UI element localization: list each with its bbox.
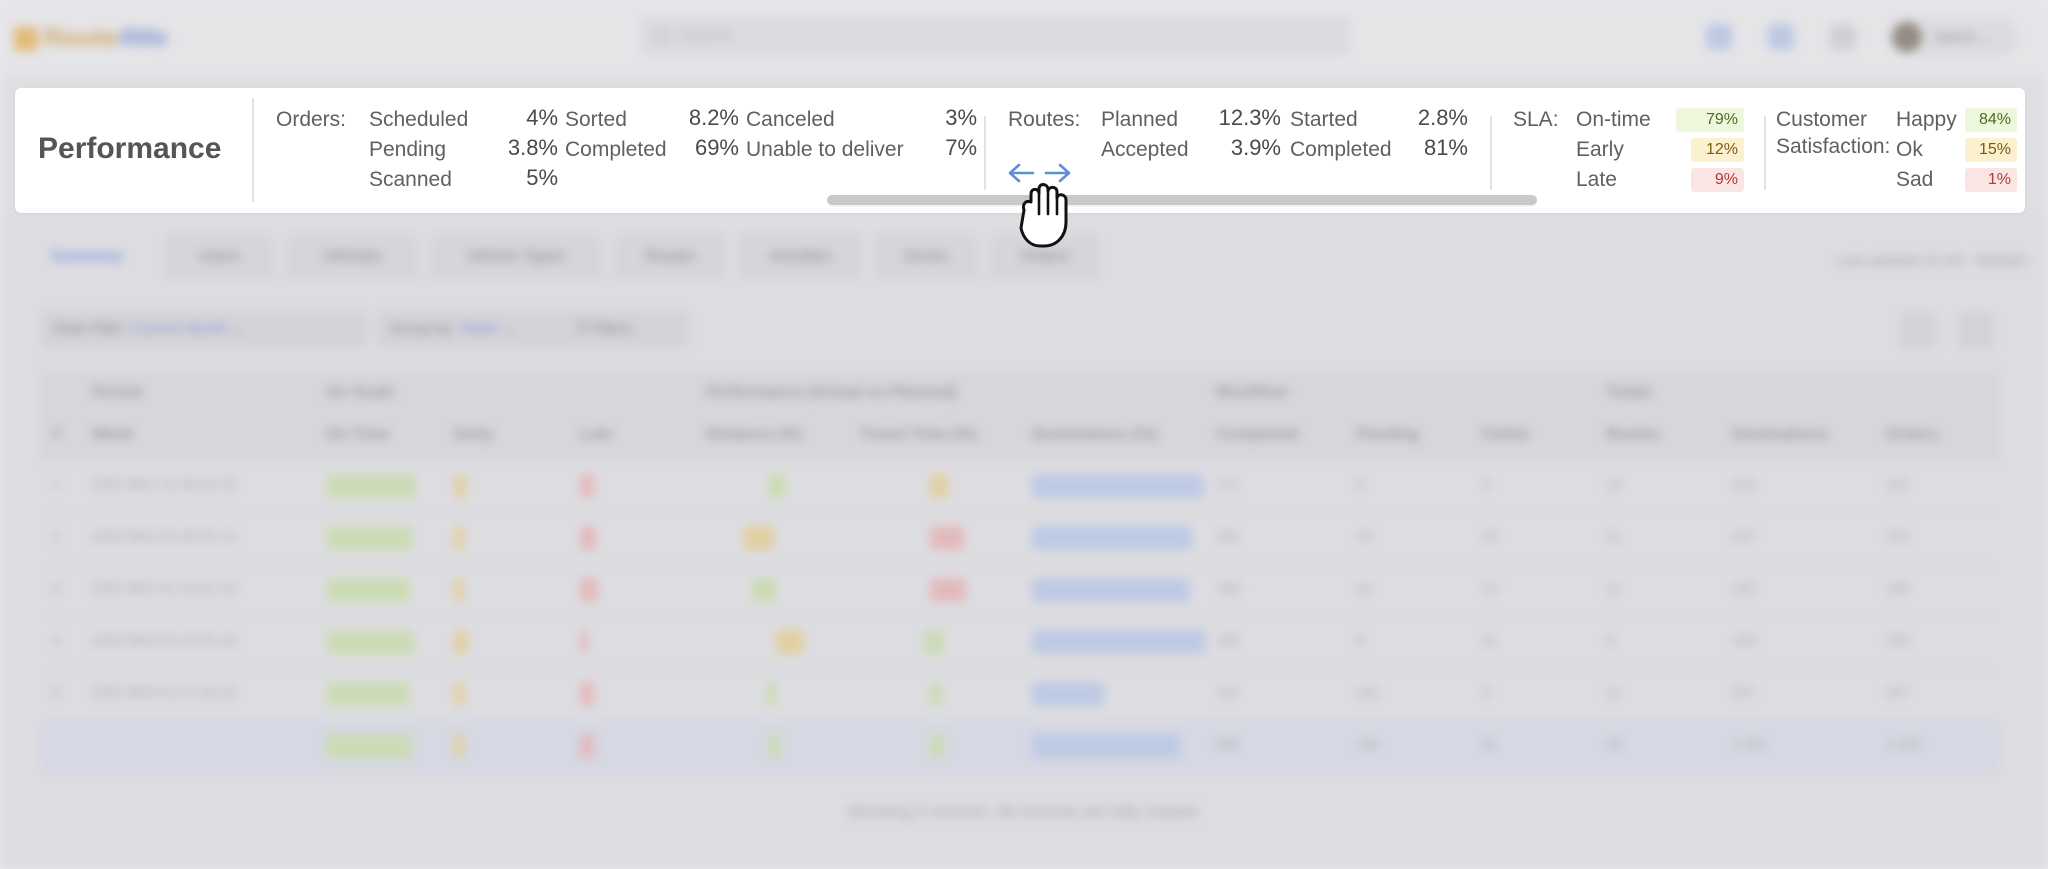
left-right-arrows-icon: [1008, 163, 1071, 183]
orders-completed-value: 69%: [694, 135, 739, 160]
orders-canceled-label: Canceled: [746, 108, 835, 131]
routes-started-value: 2.8%: [1417, 105, 1468, 130]
sla-ontime-badge: 79%: [1676, 108, 1744, 132]
horizontal-scrollbar-thumb[interactable]: [827, 195, 1537, 205]
orders-scheduled-value: 4%: [526, 105, 558, 130]
routes-started-label: Started: [1290, 108, 1358, 131]
satisfaction-label-line2: Satisfaction:: [1776, 135, 1891, 158]
routes-planned-value: 12.3%: [1218, 105, 1281, 130]
sla-ontime-label: On-time: [1576, 108, 1651, 131]
satisfaction-happy-label: Happy: [1896, 108, 1957, 131]
routes-label: Routes:: [1008, 108, 1081, 131]
divider: [1764, 116, 1766, 190]
sla-early-badge: 12%: [1691, 138, 1744, 162]
satisfaction-sad-label: Sad: [1896, 168, 1934, 191]
satisfaction-happy-badge: 84%: [1965, 108, 2017, 132]
satisfaction-sad-badge: 1%: [1965, 168, 2017, 192]
divider: [1490, 116, 1492, 190]
orders-unable-value: 7%: [945, 135, 977, 160]
sla-early-label: Early: [1576, 138, 1624, 161]
divider: [252, 98, 254, 202]
grab-hand-cursor-icon: [1008, 163, 1071, 248]
orders-scanned-label: Scanned: [369, 168, 452, 191]
orders-unable-label: Unable to deliver: [746, 138, 904, 161]
orders-scheduled-label: Scheduled: [369, 108, 469, 131]
orders-pending-value: 3.8%: [507, 135, 558, 160]
routes-accepted-label: Accepted: [1101, 138, 1189, 161]
satisfaction-label-line1: Customer: [1776, 108, 1868, 131]
routes-accepted-value: 3.9%: [1230, 135, 1281, 160]
performance-title: Performance: [38, 132, 222, 165]
orders-scanned-value: 5%: [526, 165, 558, 190]
sla-label: SLA:: [1513, 108, 1559, 131]
orders-pending-label: Pending: [369, 138, 447, 161]
orders-label: Orders:: [276, 108, 347, 131]
routes-completed-value: 81%: [1423, 135, 1468, 160]
sla-late-badge: 9%: [1691, 168, 1744, 192]
satisfaction-ok-badge: 15%: [1965, 138, 2017, 162]
orders-sorted-value: 8.2%: [688, 105, 739, 130]
orders-canceled-value: 3%: [945, 105, 977, 130]
satisfaction-ok-label: Ok: [1896, 138, 1923, 161]
orders-completed-label: Completed: [565, 138, 667, 161]
orders-sorted-label: Sorted: [565, 108, 627, 131]
divider: [984, 116, 986, 190]
routes-planned-label: Planned: [1101, 108, 1179, 131]
sla-late-label: Late: [1576, 168, 1617, 191]
